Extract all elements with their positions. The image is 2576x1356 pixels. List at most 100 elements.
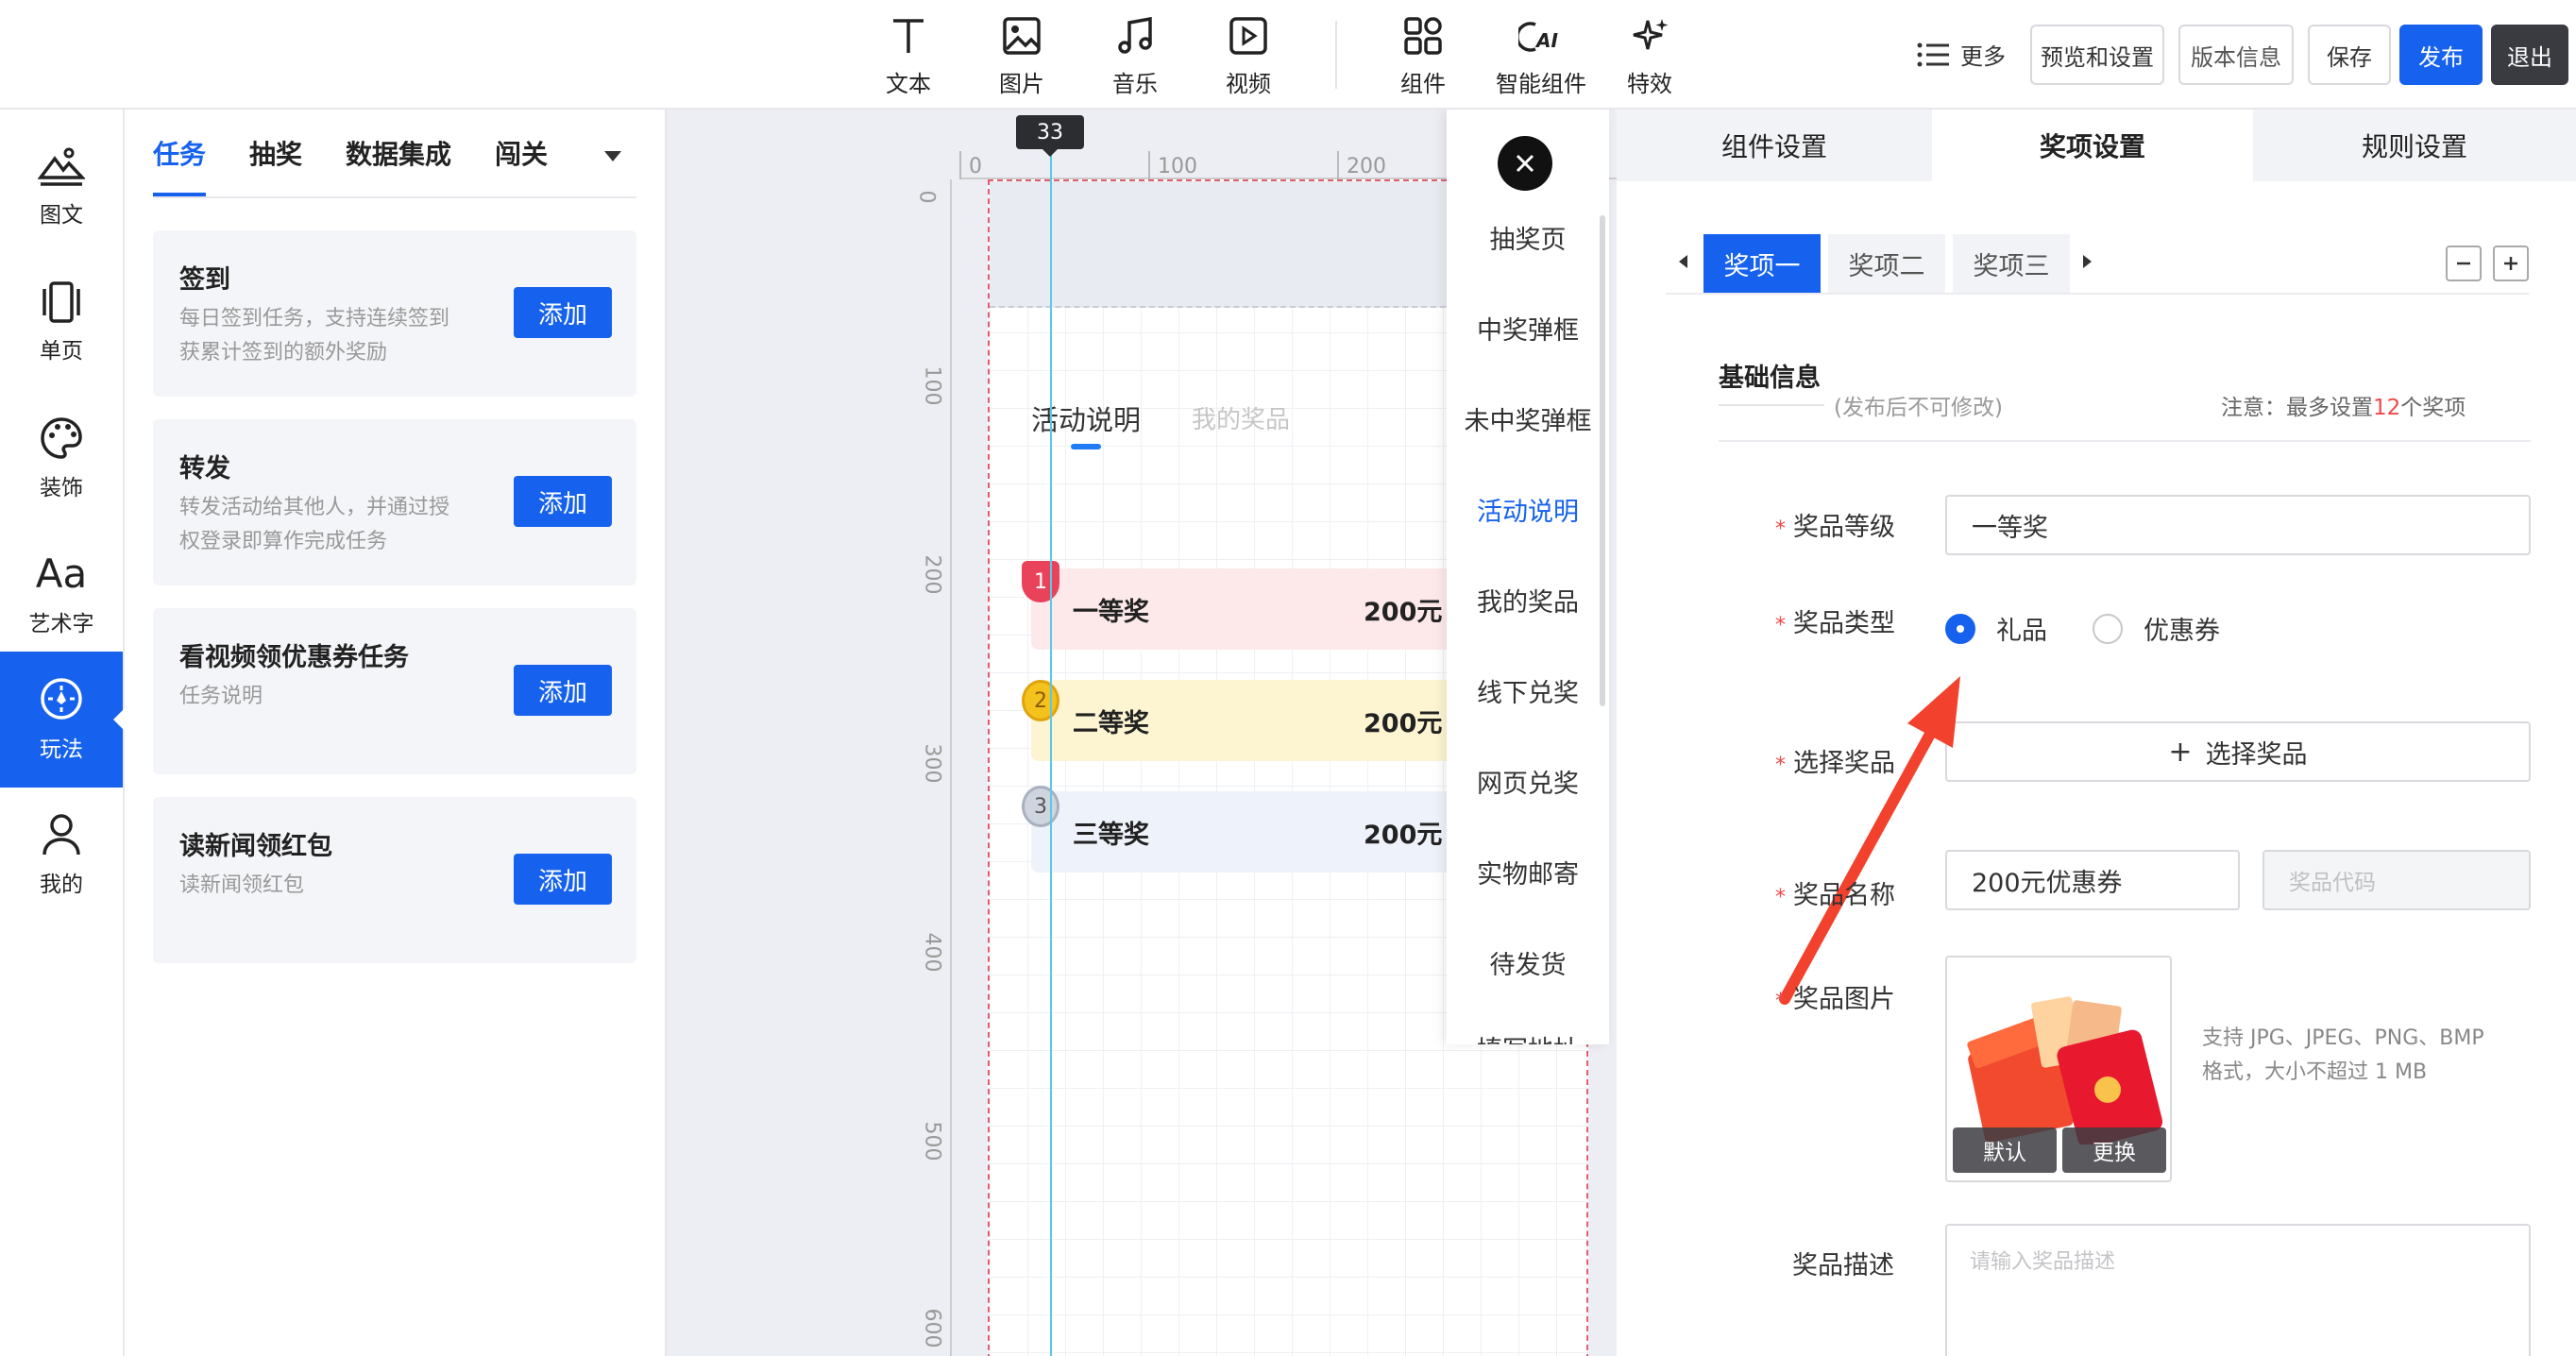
text-icon — [886, 13, 931, 58]
select-prize-text: 选择奖品 — [2205, 739, 2308, 770]
more-label: 更多 — [1960, 43, 2006, 70]
tool-music[interactable]: 音乐 — [1083, 13, 1187, 98]
page-nav-item[interactable]: 网页兑奖 — [1447, 763, 1609, 800]
tab-prize-settings[interactable]: 奖项设置 — [1932, 110, 2253, 181]
prize-tab-2[interactable]: 奖项二 — [1828, 234, 1945, 293]
prize-level-input[interactable]: 一等奖 — [1945, 495, 2531, 555]
rank-badge-icon: 2 — [1022, 680, 1059, 721]
prize-code-input[interactable]: 奖品代码 — [2262, 850, 2531, 910]
page-nav-item[interactable]: 填写地址 — [1447, 1031, 1609, 1044]
page-nav-panel: 抽奖页 中奖弹框 未中奖弹框 活动说明 我的奖品 线下兑奖 网页兑奖 实物邮寄 … — [1447, 110, 1609, 1044]
rail-item-graphic[interactable]: 图文 — [0, 119, 123, 255]
image-change-button[interactable]: 更换 — [2062, 1127, 2166, 1173]
task-title: 看视频领优惠券任务 — [179, 643, 409, 672]
close-icon[interactable] — [1498, 136, 1552, 191]
ruler-mark: 0 — [969, 155, 982, 178]
video-icon — [1226, 13, 1271, 58]
radio-unchecked-icon — [2093, 613, 2123, 644]
ruler-mark: 500 — [920, 1121, 944, 1161]
rail-item-mine[interactable]: 我的 — [0, 788, 123, 924]
exit-button[interactable]: 退出 — [2491, 25, 2568, 85]
canvas-tab-rules[interactable]: 活动说明 — [1031, 398, 1141, 438]
prize-image-uploader[interactable]: 默认 更换 — [1945, 956, 2172, 1182]
prize-value: 200元 — [1364, 821, 1443, 850]
page-nav-item[interactable]: 中奖弹框 — [1447, 310, 1609, 347]
tab-rule-settings[interactable]: 规则设置 — [2253, 110, 2576, 181]
tool-label: 文本 — [886, 71, 931, 97]
design-canvas: 0 100 200 0 100 200 300 400 500 600 活动说明… — [667, 110, 1617, 1356]
tool-video[interactable]: 视频 — [1196, 13, 1300, 98]
prize-tab-1[interactable]: 奖项一 — [1703, 234, 1821, 293]
page-nav-item[interactable]: 抽奖页 — [1447, 219, 1609, 256]
task-desc: 读新闻领红包 — [179, 873, 305, 897]
prize-name-input[interactable]: 200元优惠券 — [1945, 850, 2240, 910]
preview-settings-button[interactable]: 预览和设置 — [2030, 25, 2164, 85]
rail-item-page[interactable]: 单页 — [0, 255, 123, 391]
page-nav-item[interactable]: 实物邮寄 — [1447, 854, 1609, 890]
publish-button[interactable]: 发布 — [2399, 25, 2483, 85]
rail-label: 单页 — [40, 339, 83, 364]
tool-effects[interactable]: 特效 — [1598, 13, 1702, 98]
tooltip-arrow — [1042, 149, 1058, 157]
tool-image[interactable]: 图片 — [970, 13, 1074, 98]
gift-box-icon — [1967, 996, 2162, 1144]
tool-ai-components[interactable]: AI 智能组件 — [1484, 13, 1598, 98]
prize-name: 二等奖 — [1073, 709, 1149, 738]
ruler-mark: 400 — [920, 932, 944, 973]
add-button[interactable]: 添加 — [514, 287, 612, 338]
tool-label: 图片 — [999, 71, 1044, 97]
version-info-button[interactable]: 版本信息 — [2178, 25, 2294, 85]
task-title: 读新闻领红包 — [179, 832, 332, 861]
tool-label: 智能组件 — [1496, 71, 1586, 97]
prize-name: 三等奖 — [1073, 821, 1149, 850]
tool-components[interactable]: 组件 — [1371, 13, 1475, 98]
page-nav-item[interactable]: 我的奖品 — [1447, 582, 1609, 619]
prize-tab-3[interactable]: 奖项三 — [1953, 234, 2070, 293]
rail-item-decoration[interactable]: 装饰 — [0, 391, 123, 527]
compass-icon — [41, 678, 82, 720]
task-title: 签到 — [179, 265, 230, 295]
tab-component-settings[interactable]: 组件设置 — [1617, 110, 1932, 181]
more-menu[interactable]: 更多 — [1917, 38, 2006, 71]
prev-arrow-icon[interactable] — [1679, 255, 1687, 268]
image-default-button[interactable]: 默认 — [1953, 1127, 2057, 1173]
canvas-tab-myprizes[interactable]: 我的奖品 — [1192, 400, 1290, 435]
vertical-guide-line[interactable] — [1050, 151, 1052, 1356]
rank-badge-icon: 1 — [1022, 561, 1059, 602]
tab-data-integration[interactable]: 数据集成 — [346, 134, 451, 172]
page-nav-overflow: 填写地址 — [1447, 1031, 1609, 1044]
left-nav-rail: 图文 单页 装饰 Aa 艺术字 玩法 我的 — [0, 110, 125, 1356]
rail-item-gameplay[interactable]: 玩法 — [0, 652, 125, 788]
page-nav-item-active[interactable]: 活动说明 — [1447, 491, 1609, 528]
next-arrow-icon[interactable] — [2083, 255, 2092, 268]
active-pointer — [113, 708, 125, 731]
ruler-mark: 600 — [920, 1308, 944, 1348]
page-nav-scrollbar[interactable] — [1600, 215, 1605, 706]
page-nav-item[interactable]: 未中奖弹框 — [1447, 400, 1609, 437]
rail-item-art-text[interactable]: Aa 艺术字 — [0, 527, 123, 663]
ruler-mark: 200 — [1347, 155, 1386, 178]
page-nav-item[interactable]: 线下兑奖 — [1447, 672, 1609, 709]
palette-icon — [41, 417, 82, 459]
add-button[interactable]: 添加 — [514, 665, 612, 716]
add-prize-icon[interactable] — [2493, 246, 2529, 281]
add-button[interactable]: 添加 — [514, 854, 612, 905]
tool-text[interactable]: 文本 — [856, 13, 960, 98]
task-desc: 转发活动给其他人，并通过授权登录即算作完成任务 — [179, 496, 450, 553]
remove-prize-icon[interactable] — [2446, 246, 2482, 281]
radio-gift[interactable]: 礼品 — [1945, 610, 2047, 647]
page-icon — [42, 281, 80, 323]
task-card-news-redpacket: 读新闻领红包 读新闻领红包 添加 — [153, 797, 636, 963]
save-button[interactable]: 保存 — [2308, 25, 2391, 85]
tabs-dropdown-icon[interactable] — [604, 151, 621, 161]
tab-challenge[interactable]: 闯关 — [495, 134, 548, 172]
radio-checked-icon — [1945, 613, 1975, 644]
add-button[interactable]: 添加 — [514, 476, 612, 527]
tool-label: 视频 — [1226, 71, 1271, 97]
page-nav-item[interactable]: 待发货 — [1447, 944, 1609, 981]
prize-desc-textarea[interactable]: 请输入奖品描述 — [1945, 1224, 2531, 1356]
tab-lottery[interactable]: 抽奖 — [249, 134, 302, 172]
radio-coupon[interactable]: 优惠券 — [2093, 610, 2220, 647]
select-prize-button[interactable]: + 选择奖品 — [1945, 721, 2531, 782]
tab-tasks[interactable]: 任务 — [153, 134, 206, 172]
